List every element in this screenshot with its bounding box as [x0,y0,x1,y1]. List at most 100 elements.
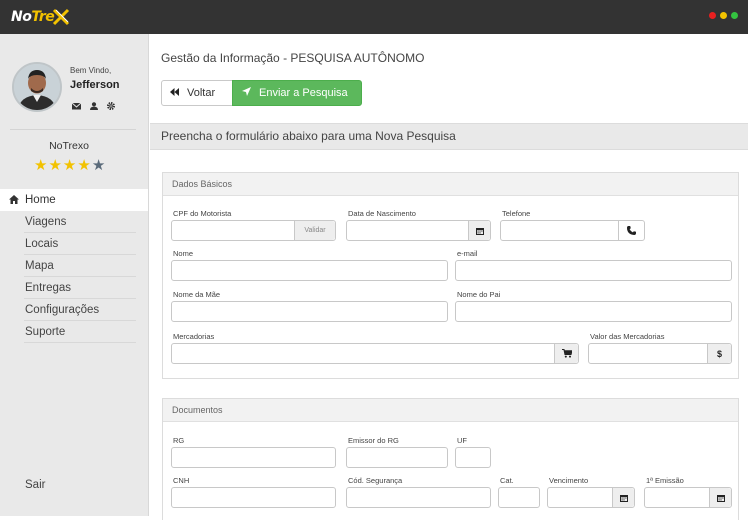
settings-icon[interactable] [107,97,115,115]
cpf-field: CPF do Motorista Validar [171,209,336,241]
close-dot[interactable] [709,12,716,19]
rg-input[interactable] [171,447,336,468]
logo-text-prefix: No [11,9,32,25]
minimize-dot[interactable] [720,12,727,19]
cpf-input[interactable]: Validar [171,220,336,241]
cnh-label: CNH [173,476,190,485]
logout-link[interactable]: Sair [25,479,45,491]
birth-date-input[interactable] [346,220,491,241]
uf-input[interactable] [455,447,491,468]
cnh-input[interactable] [171,487,336,508]
user-actions [71,97,115,115]
top-bar: No Tre [0,0,748,34]
first-issue-input[interactable] [644,487,732,508]
sidebar-item-suporte[interactable]: Suporte [0,321,148,343]
phone-label: Telefone [502,209,531,218]
due-date-input[interactable] [547,487,635,508]
username: Jefferson [70,79,120,91]
send-survey-button[interactable]: Enviar a Pesquisa [232,80,362,106]
star-filled-icon: ★ [77,157,91,174]
sidebar-item-entregas[interactable]: Entregas [0,277,148,299]
security-code-label: Cód. Segurança [348,476,403,485]
uf-field: UF [455,436,491,468]
rating-stars: ★ ★ ★ ★ ★ [34,158,105,173]
category-input[interactable] [498,487,540,508]
maximize-dot[interactable] [731,12,738,19]
mail-icon[interactable] [71,97,82,115]
category-label: Cat. [500,476,514,485]
sidebar-item-label: Entregas [25,282,72,294]
goods-field: Mercadorias [171,332,579,364]
sidebar-item-home[interactable]: Home [0,189,148,211]
sidebar-item-locais[interactable]: Locais [0,233,148,255]
double-arrow-left-icon [170,87,179,99]
star-empty-icon: ★ [91,157,106,174]
welcome-text: Bem Vindo, [70,66,112,75]
father-name-input[interactable] [455,301,732,322]
name-input[interactable] [171,260,448,281]
cpf-label: CPF do Motorista [173,209,232,218]
goods-input[interactable] [171,343,579,364]
email-input[interactable] [455,260,732,281]
mother-name-input[interactable] [171,301,448,322]
mother-name-field: Nome da Mãe [171,290,448,322]
sidebar-item-label: Home [25,194,56,206]
category-field: Cat. [498,476,540,508]
star-filled-icon: ★ [62,157,77,174]
page-title: Gestão da Informação - PESQUISA AUTÔNOMO [161,51,425,65]
app-logo[interactable]: No Tre [11,7,70,27]
email-field: e-mail [455,249,732,281]
security-code-input[interactable] [346,487,491,508]
mother-name-label: Nome da Mãe [173,290,221,299]
sidebar-item-label: Configurações [25,304,100,316]
back-button-label: Voltar [187,87,216,99]
form-header: Preencha o formulário abaixo para uma No… [150,123,748,150]
panel-title: Documentos [163,399,738,422]
father-name-field: Nome do Pai [455,290,732,322]
calendar-icon[interactable] [612,488,634,507]
calendar-icon[interactable] [468,221,490,240]
main-content: Gestão da Informação - PESQUISA AUTÔNOMO… [150,34,748,520]
dollar-icon: $ [707,344,731,363]
cart-icon[interactable] [554,344,578,363]
due-date-label: Vencimento [549,476,589,485]
user-icon[interactable] [90,97,98,115]
rg-issuer-field: Emissor do RG [346,436,448,468]
sidebar-item-label: Viagens [25,216,67,228]
name-label: Nome [173,249,194,258]
rg-issuer-input[interactable] [346,447,448,468]
rg-field: RG [171,436,336,468]
home-icon [9,195,19,207]
logo-text-suffix: Tre [31,9,55,25]
first-issue-label: 1ª Emissão [646,476,684,485]
goods-value-label: Valor das Mercadorias [590,332,665,341]
star-filled-icon: ★ [48,157,62,174]
email-label: e-mail [457,249,478,258]
phone-field: Telefone [500,209,645,241]
sidebar-item-configuracoes[interactable]: Configurações [0,299,148,321]
back-button[interactable]: Voltar [161,80,233,106]
sidebar-item-label: Mapa [25,260,54,272]
rg-label: RG [173,436,185,445]
calendar-icon[interactable] [709,488,731,507]
documents-panel: Documentos RG Emissor do RG UF CNH Cód. … [162,398,739,520]
sidebar-item-viagens[interactable]: Viagens [0,211,148,233]
company-name: NoTrexo [49,140,89,152]
goods-value-input[interactable]: $ [588,343,732,364]
goods-value-field: Valor das Mercadorias $ [588,332,732,364]
rg-issuer-label: Emissor do RG [348,436,399,445]
phone-input[interactable] [500,220,645,241]
cnh-field: CNH [171,476,336,508]
panel-title: Dados Básicos [163,173,738,196]
uf-label: UF [457,436,467,445]
send-icon [242,87,251,99]
sidebar-item-label: Locais [25,238,59,250]
goods-label: Mercadorias [173,332,215,341]
father-name-label: Nome do Pai [457,290,501,299]
avatar[interactable] [12,62,62,112]
sidebar-item-mapa[interactable]: Mapa [0,255,148,277]
first-issue-field: 1ª Emissão [644,476,732,508]
phone-icon [618,221,644,240]
validate-button[interactable]: Validar [294,221,335,240]
star-filled-icon: ★ [34,157,48,174]
